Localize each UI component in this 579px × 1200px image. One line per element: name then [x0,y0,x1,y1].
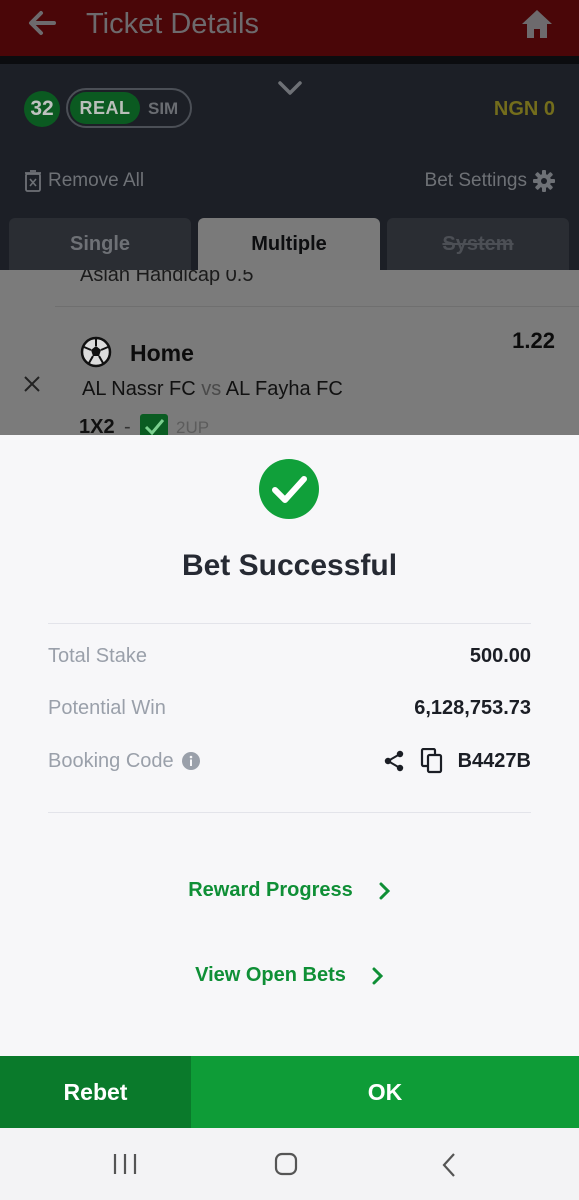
market-label: 1X2 [79,416,115,435]
bet-settings-button[interactable]: Bet Settings [425,170,555,192]
info-icon[interactable] [181,752,200,770]
checkbox-icon[interactable] [140,414,168,435]
chevron-right-icon [379,882,390,899]
action-bar: Rebet OK [0,1056,579,1128]
close-icon[interactable] [22,374,42,394]
remove-all-label: Remove All [48,170,145,191]
system-nav-bar [0,1128,579,1200]
reward-progress-label: Reward Progress [188,879,353,901]
selection-pick: Home [130,340,194,366]
selection-count-badge: 32 [24,91,60,127]
view-open-bets-link[interactable]: View Open Bets [0,964,579,987]
bet-success-sheet: Bet Successful Total Stake 500.00 Potent… [0,435,579,1056]
booking-code-label-group: Booking Code [48,750,200,773]
mode-sim-option[interactable]: SIM [148,99,178,119]
share-icon[interactable] [382,749,406,773]
copy-icon[interactable] [420,748,444,774]
mode-real-option[interactable]: REAL [70,92,140,124]
gear-icon [533,170,555,192]
home-nav-icon[interactable] [274,1152,298,1176]
chevron-down-icon[interactable] [275,76,305,100]
booking-code-value-group: B4427B [382,748,531,774]
away-team: AL Fayha FC [225,378,343,400]
tab-multiple[interactable]: Multiple [198,218,380,270]
two-up-label: 2UP [176,418,210,435]
vs-label: vs [201,378,222,400]
ok-button[interactable]: OK [191,1056,579,1128]
back-arrow-icon[interactable] [26,6,58,40]
tab-system[interactable]: System [387,218,569,270]
trash-icon [25,170,41,192]
divider [0,56,579,64]
bet-type-tabs: Single Multiple System [0,218,579,270]
success-check-icon [259,459,319,519]
home-team: AL Nassr FC [82,378,196,400]
match-name: AL Nassr FC vs AL Fayha FC [82,378,343,401]
market-separator: - [124,416,131,435]
potential-win-row: Potential Win 6,128,753.73 [48,693,531,723]
booking-code-row: Booking Code B4427B [48,746,531,776]
balance: NGN 0 [493,98,555,120]
home-icon[interactable] [520,8,554,40]
sheet-title: Bet Successful [181,549,398,582]
app-bar: Ticket Details [0,0,579,56]
view-open-bets-label: View Open Bets [195,964,346,986]
recent-apps-icon[interactable] [112,1152,138,1176]
potential-win-label: Potential Win [48,696,166,719]
reward-progress-link[interactable]: Reward Progress [0,879,579,902]
previous-market-label: Asian Handicap 0.5 [80,270,254,286]
page-title: Ticket Details [86,8,259,40]
bet-settings-label: Bet Settings [424,170,527,191]
rebet-button[interactable]: Rebet [0,1056,191,1128]
back-nav-icon[interactable] [440,1152,458,1178]
remove-all-button[interactable]: Remove All [24,170,144,192]
chevron-right-icon [372,967,384,984]
betslip-header: 32 REAL SIM NGN 0 Remove All Bet Setting… [0,56,579,270]
divider [55,306,579,307]
selection-card: Asian Handicap 0.5 Home 1.22 AL Nassr FC… [0,270,579,435]
tab-single[interactable]: Single [9,218,191,270]
total-stake-row: Total Stake 500.00 [48,641,531,671]
potential-win-value: 6,128,753.73 [414,696,531,719]
soccer-ball-icon [80,336,112,368]
real-sim-toggle[interactable]: REAL SIM [66,88,192,128]
booking-code-label: Booking Code [48,749,174,772]
divider [48,812,531,813]
divider [48,623,531,624]
selection-odds: 1.22 [512,328,555,353]
booking-code-value[interactable]: B4427B [458,750,531,773]
total-stake-value: 500.00 [469,644,531,667]
total-stake-label: Total Stake [48,644,147,667]
